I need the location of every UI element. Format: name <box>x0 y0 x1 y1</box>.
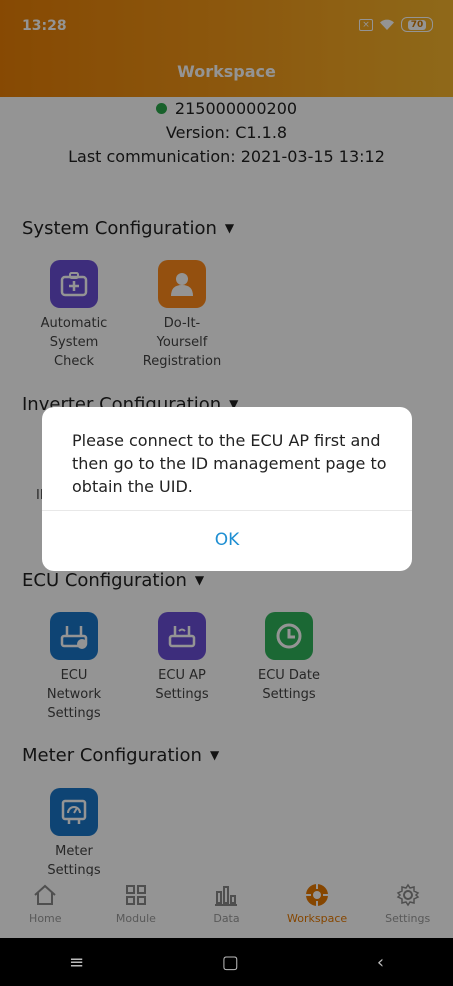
back-button[interactable]: ‹ <box>377 952 384 973</box>
ok-button[interactable]: OK <box>42 511 412 569</box>
menu-button[interactable]: ≡ <box>69 952 84 973</box>
system-navigation-bar: ≡ ▢ ‹ <box>0 938 453 986</box>
home-button[interactable]: ▢ <box>222 952 239 973</box>
phone-screen: 13:28 × 70 Workspace 215000000200 Versio… <box>0 0 453 986</box>
alert-dialog: Please connect to the ECU AP first and t… <box>42 407 412 571</box>
dialog-message: Please connect to the ECU AP first and t… <box>72 431 387 496</box>
